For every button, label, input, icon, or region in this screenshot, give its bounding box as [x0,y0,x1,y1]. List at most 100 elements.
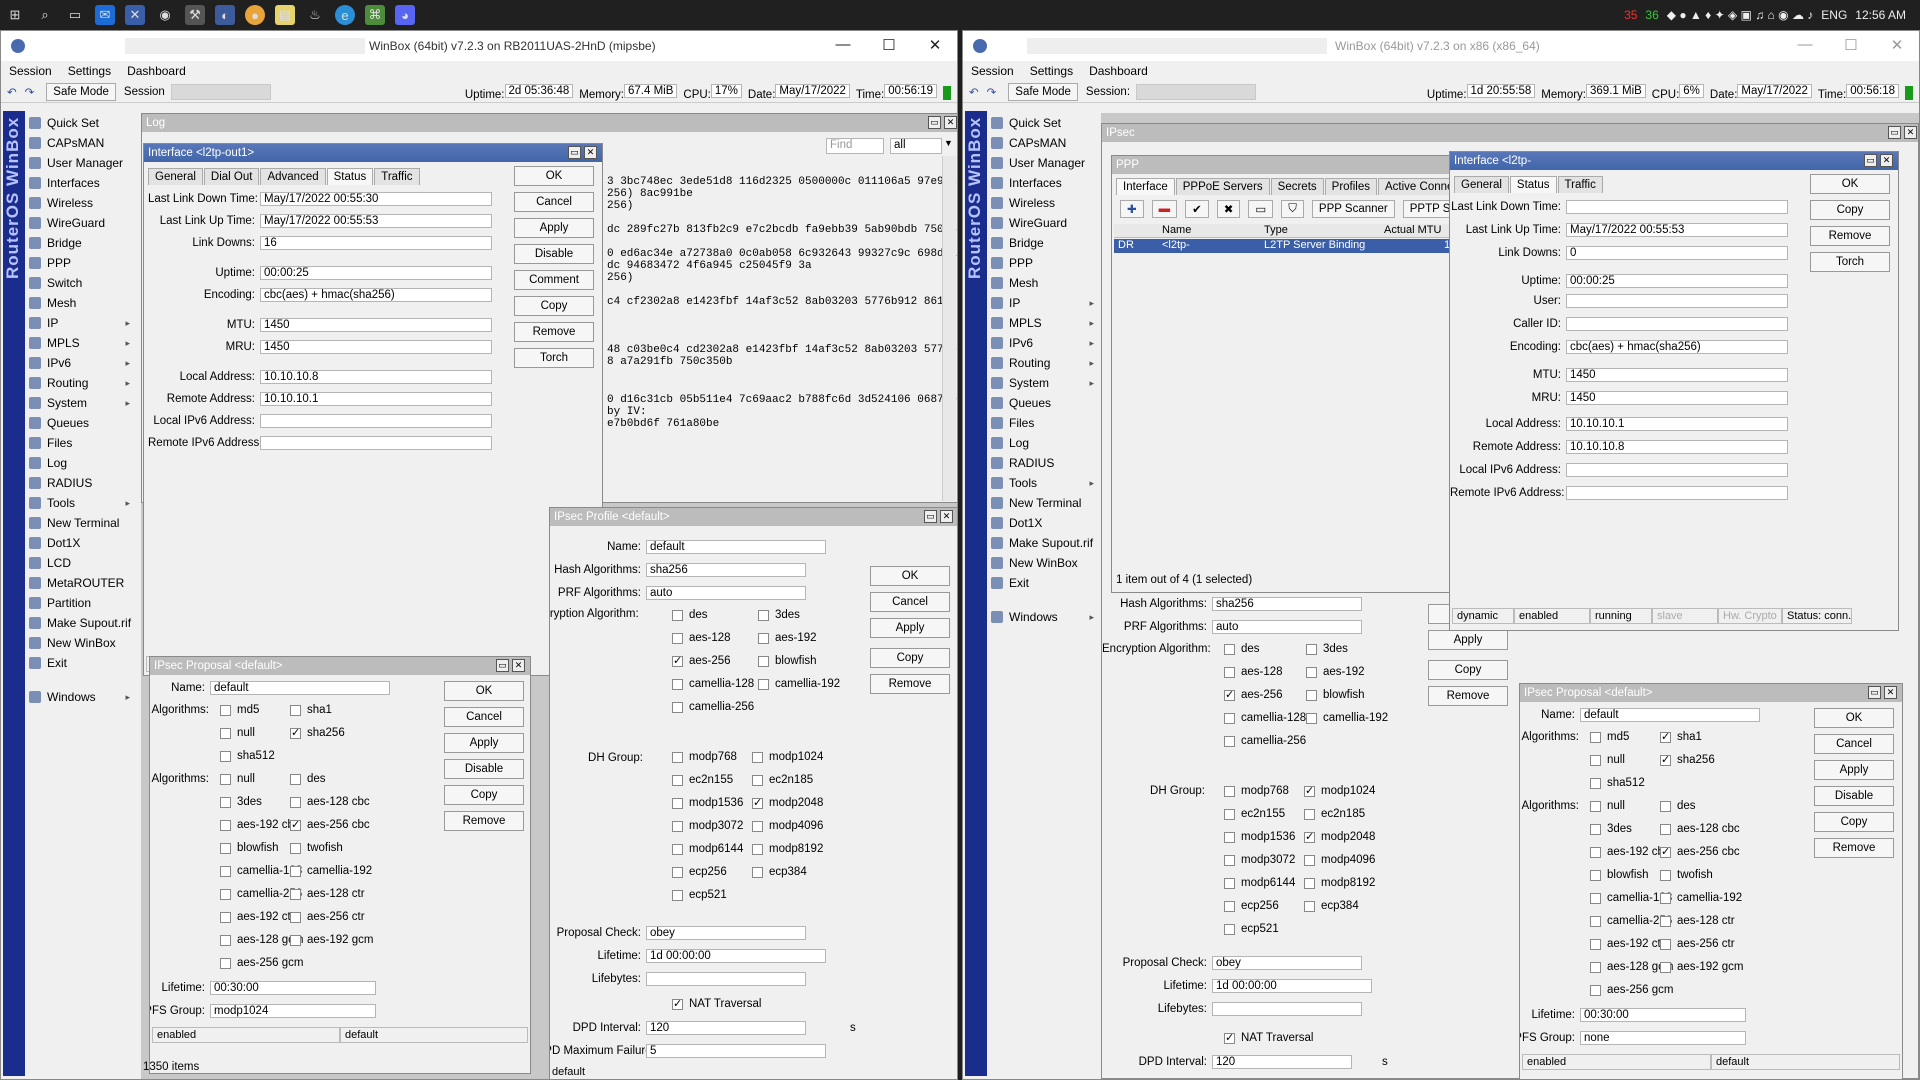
encr-des-checkbox[interactable]: des [290,773,326,785]
encr-blowfish-checkbox[interactable]: blowfish [1590,869,1649,881]
checkbox-box[interactable] [752,751,763,763]
windows-start-icon[interactable]: ⊞ [5,5,25,25]
encr-aes-192-cbc-checkbox[interactable]: aes-192 cbc [1590,846,1670,858]
checkbox-box[interactable] [758,655,769,667]
checkbox-box[interactable] [1304,808,1315,820]
apply-button[interactable]: Apply [444,733,524,753]
encr-aes-256-ctr-checkbox[interactable]: aes-256 ctr [1660,938,1735,950]
checkbox-box[interactable] [290,726,301,739]
sidebar-item-new-terminal[interactable]: New Terminal [987,493,1099,513]
undo-icon[interactable]: ↶ [969,85,979,99]
dh-ecp256-checkbox[interactable]: ecp256 [672,866,727,878]
restore-icon[interactable]: ▭ [568,146,581,159]
auth-md5-checkbox[interactable]: md5 [220,704,259,716]
iface-last-link-down-time-field[interactable]: May/17/2022 00:55:30 [260,192,492,206]
sidebar-item-metarouter[interactable]: MetaROUTER [25,573,135,593]
checkbox-box[interactable] [1660,961,1671,973]
disable-button[interactable]: Disable [1814,786,1894,806]
add-icon[interactable]: ✚ [1120,200,1144,218]
sidebar-item-queues[interactable]: Queues [25,413,135,433]
sidebar-item-wireless[interactable]: Wireless [987,193,1099,213]
dh-modp1024-checkbox[interactable]: modp1024 [1304,784,1375,797]
comment-icon[interactable]: ▭ [1248,200,1274,218]
enc-aes-128-checkbox[interactable]: aes-128 [1224,666,1283,678]
menu-settings[interactable]: Settings [68,64,111,78]
sidebar-item-new-winbox[interactable]: New WinBox [987,553,1099,573]
checkbox-box[interactable] [1590,938,1601,950]
enc-blowfish-checkbox[interactable]: blowfish [1306,689,1365,701]
sidebar-item-system[interactable]: System ▸ [987,373,1099,393]
checkbox-box[interactable] [220,865,231,877]
checkbox-box[interactable] [1590,731,1601,743]
dh-ecp384-checkbox[interactable]: ecp384 [752,866,807,878]
enc-3des-checkbox[interactable]: 3des [1306,643,1348,655]
tab-general[interactable]: General [148,168,203,185]
checkbox-box[interactable] [220,704,231,716]
checkbox-box[interactable] [672,866,683,878]
checkbox-box[interactable] [1660,800,1671,812]
app-icon[interactable]: ✕ [125,5,145,25]
dh-modp4096-checkbox[interactable]: modp4096 [1304,854,1375,866]
checkbox-box[interactable] [672,774,683,786]
checkbox-box[interactable] [1660,823,1671,835]
sidebar-item-mpls[interactable]: MPLS ▸ [987,313,1099,333]
close-icon[interactable]: ✕ [512,659,525,672]
enc-aes-256-checkbox[interactable]: aes-256 [1224,688,1283,701]
chrome-icon[interactable]: ● [245,5,265,25]
enc-des-checkbox[interactable]: des [672,609,708,621]
sidebar-item-files[interactable]: Files [987,413,1099,433]
disable-button[interactable]: Disable [514,244,594,264]
checkbox-box[interactable] [1304,784,1315,797]
sidebar-item-user-manager[interactable]: User Manager [25,153,135,173]
sidebar-item-queues[interactable]: Queues [987,393,1099,413]
checkbox-box[interactable] [290,842,301,854]
lifetime-field[interactable]: 1d 00:00:00 [646,949,826,963]
encr-twofish-checkbox[interactable]: twofish [290,842,343,854]
encr-twofish-checkbox[interactable]: twofish [1660,869,1713,881]
checkbox-box[interactable] [220,957,231,969]
lifetime-field[interactable]: 1d 00:00:00 [1212,979,1372,993]
checkbox-box[interactable] [290,911,301,923]
checkbox-box[interactable] [1306,643,1317,655]
close-icon[interactable]: ✕ [1904,126,1917,139]
encr-aes-128-cbc-checkbox[interactable]: aes-128 cbc [290,796,370,808]
close-icon[interactable]: ✕ [940,510,953,523]
close-icon[interactable]: ✕ [1884,686,1897,699]
checkbox-box[interactable] [672,701,683,713]
encr-aes-192-cbc-checkbox[interactable]: aes-192 cbc [220,819,300,831]
sidebar-item-mpls[interactable]: MPLS ▸ [25,333,135,353]
dh-modp8192-checkbox[interactable]: modp8192 [752,843,823,855]
iface-encoding-field[interactable]: cbc(aes) + hmac(sha256) [260,288,492,302]
tab-dial-out[interactable]: Dial Out [203,168,260,185]
sidebar-item-wireguard[interactable]: WireGuard [25,213,135,233]
checkbox-box[interactable] [220,773,231,785]
search-icon[interactable]: ⌕ [35,5,55,25]
checkbox-box[interactable] [672,797,683,809]
sidebar-item-log[interactable]: Log [987,433,1099,453]
remove-button[interactable]: Remove [444,811,524,831]
menu-dashboard[interactable]: Dashboard [1089,64,1148,78]
tab-traffic[interactable]: Traffic [1557,176,1603,193]
log-filter-select[interactable]: all [890,138,942,154]
disable-icon[interactable]: ✖ [1216,200,1241,218]
checkbox-box[interactable] [1660,753,1671,766]
auth-sha256-checkbox[interactable]: sha256 [290,726,345,739]
dh-ecp384-checkbox[interactable]: ecp384 [1304,900,1359,912]
iface-remote-ipv6-address-field[interactable] [260,436,492,450]
dropdown-arrow-icon[interactable]: ▼ [944,138,953,148]
sidebar-item-exit[interactable]: Exit [987,573,1099,593]
enc-aes-256-checkbox[interactable]: aes-256 [672,654,731,667]
dpd-interval-field[interactable]: 120 [1212,1055,1352,1069]
checkbox-box[interactable] [1660,845,1671,858]
auth-sha256-checkbox[interactable]: sha256 [1660,753,1715,766]
iface-remote-address-field[interactable]: 10.10.10.1 [260,392,492,406]
checkbox-box[interactable] [1660,730,1671,743]
dpd-max-failures-field[interactable]: 5 [646,1044,826,1058]
nat-traversal-checkbox[interactable]: NAT Traversal [672,997,761,1010]
sidebar-item-ipv6[interactable]: IPv6 ▸ [25,353,135,373]
close-icon[interactable]: ✕ [1880,154,1893,167]
checkbox-box[interactable] [758,609,769,621]
sidebar-item-exit[interactable]: Exit [25,653,135,673]
restore-icon[interactable]: ▭ [496,659,509,672]
dh-modp3072-checkbox[interactable]: modp3072 [1224,854,1295,866]
